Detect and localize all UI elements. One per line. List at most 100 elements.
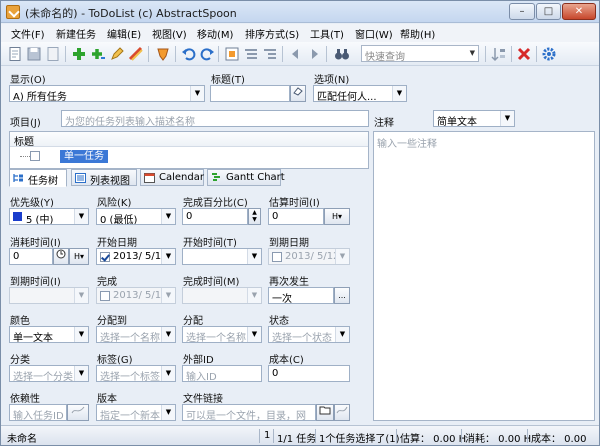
delete-red-icon[interactable] — [516, 46, 532, 62]
menu-edit[interactable]: 编辑(E) — [107, 26, 141, 41]
menu-move[interactable]: 移动(M) — [197, 26, 233, 41]
task-tree[interactable]: 标题 单一任务 — [9, 131, 369, 169]
title-bar[interactable]: (未命名的) - ToDoList (c) AbstractSpoon – □ … — [1, 1, 599, 23]
done-date-checkbox[interactable] — [100, 291, 110, 301]
project-placeholder: 为您的任务列表输入描述名称 — [65, 117, 195, 127]
minimize-button[interactable]: – — [509, 3, 535, 20]
due-time-combo[interactable]: ▼ — [9, 287, 89, 304]
filter-icon[interactable] — [155, 46, 171, 62]
status-combo[interactable]: 选择一个状态 ▼ — [268, 326, 350, 343]
task-title[interactable]: 单一任务 — [60, 150, 108, 163]
menu-new-task[interactable]: 新建任务 — [56, 26, 96, 41]
menu-sort[interactable]: 排序方式(S) — [245, 26, 299, 41]
external-id-input[interactable]: 输入ID — [182, 365, 262, 382]
show-filter-value: A) 所有任务 — [13, 92, 67, 102]
allocated-by-combo[interactable]: 选择一个名称 ▼ — [182, 326, 262, 343]
category-combo[interactable]: 选择一个分类 ▼ — [9, 365, 89, 382]
quick-find-combo[interactable]: 快速查询 ▼ — [361, 45, 479, 63]
tree-column-header-title[interactable]: 标题 — [10, 132, 368, 148]
indent-icon[interactable] — [262, 46, 278, 62]
done-date-label: 完成 — [97, 277, 117, 288]
clock-icon — [56, 249, 66, 259]
allocated-to-placeholder: 选择一个名称 — [100, 333, 160, 343]
due-date-picker[interactable]: 2013/ 5/12 ▼ — [268, 248, 350, 265]
add-task-icon[interactable] — [71, 46, 87, 62]
menu-window[interactable]: 窗口(W) — [355, 26, 393, 41]
due-date-checkbox[interactable] — [272, 252, 282, 262]
save-icon[interactable] — [26, 46, 42, 62]
start-date-checkbox[interactable] — [100, 252, 110, 262]
close-button[interactable]: ✕ — [562, 3, 596, 20]
delete-task-icon[interactable] — [128, 46, 144, 62]
time-spent-unit-button[interactable]: H▾ — [69, 248, 89, 265]
move-task-icon[interactable] — [224, 46, 240, 62]
menu-view[interactable]: 视图(V) — [152, 26, 187, 41]
time-spent-input[interactable]: 0 — [9, 248, 53, 265]
menu-help[interactable]: 帮助(H) — [400, 26, 435, 41]
tab-calendar[interactable]: Calendar — [140, 169, 204, 186]
open-link-button[interactable] — [334, 404, 350, 421]
move-subtask-icon[interactable] — [243, 46, 259, 62]
add-subtask-icon[interactable] — [90, 46, 106, 62]
done-date-picker[interactable]: 2013/ 5/12 ▼ — [96, 287, 176, 304]
tab-list-view[interactable]: 列表视图 — [71, 169, 137, 187]
done-time-combo[interactable]: ▼ — [182, 287, 262, 304]
recurrence-options-button[interactable]: ... — [334, 287, 350, 304]
priority-label: 优先级(Y) — [10, 198, 54, 209]
arrow-right-icon[interactable] — [306, 46, 322, 62]
cost-input[interactable]: 0 — [268, 365, 350, 382]
chevron-down-icon: ▼ — [161, 366, 175, 381]
start-date-picker[interactable]: 2013/ 5/12 ▼ — [96, 248, 176, 265]
tree-row[interactable]: 单一任务 — [10, 148, 368, 165]
project-name-input[interactable]: 为您的任务列表输入描述名称 — [61, 110, 369, 127]
time-estimate-unit-button[interactable]: H▾ — [324, 208, 350, 225]
color-combo[interactable]: 单一文本 ▼ — [9, 326, 89, 343]
browse-folder-button[interactable] — [316, 404, 334, 421]
find-binoculars-icon[interactable] — [334, 46, 350, 62]
show-filter-combo[interactable]: A) 所有任务 ▼ — [9, 85, 205, 102]
title-filter-input[interactable] — [210, 85, 290, 102]
settings-gear-icon[interactable] — [541, 46, 557, 62]
percent-spinner[interactable]: ▲ ▼ — [248, 208, 261, 225]
dependency-link-button[interactable] — [67, 404, 89, 421]
chevron-down-icon: ▼ — [161, 249, 175, 264]
version-placeholder: 指定一个新本 — [100, 411, 160, 421]
start-date-label: 开始日期 — [97, 238, 137, 249]
sort-icon[interactable] — [491, 46, 507, 62]
percent-done-input[interactable]: 0 — [182, 208, 248, 225]
status-separator — [396, 429, 397, 443]
undo-icon[interactable] — [181, 46, 197, 62]
title-filter-clear-button[interactable] — [290, 85, 306, 102]
edit-pencil-icon[interactable] — [109, 46, 125, 62]
open-icon[interactable] — [45, 46, 61, 62]
recurrence-input[interactable]: 一次 — [268, 287, 334, 304]
notes-editor[interactable]: 输入一些注释 — [373, 131, 595, 421]
menu-tools[interactable]: 工具(T) — [310, 26, 344, 41]
tab-task-tree[interactable]: 任务树 — [9, 169, 67, 187]
risk-combo[interactable]: 0 (最低) ▼ — [96, 208, 176, 225]
allocated-to-combo[interactable]: 选择一个名称 ▼ — [96, 326, 176, 343]
notes-format-combo[interactable]: 简单文本 ▼ — [433, 110, 515, 127]
arrow-left-icon[interactable] — [288, 46, 304, 62]
toolbar-separator — [536, 46, 537, 62]
options-combo[interactable]: 匹配任何人... ▼ — [313, 85, 407, 102]
percent-done-value: 0 — [186, 211, 193, 222]
tree-connector — [20, 156, 30, 157]
time-estimate-input[interactable]: 0 — [268, 208, 324, 225]
file-link-input[interactable]: 可以是一个文件，目录，网 — [182, 404, 316, 421]
timer-button[interactable] — [53, 248, 69, 265]
priority-combo[interactable]: 5 (中) ▼ — [9, 208, 89, 225]
new-file-icon[interactable] — [7, 46, 23, 62]
dependency-input[interactable]: 输入任务ID — [9, 404, 67, 421]
task-checkbox[interactable] — [30, 151, 40, 161]
status-task-count: 1/1 任务 — [277, 434, 317, 445]
maximize-button[interactable]: □ — [536, 3, 561, 20]
redo-icon[interactable] — [199, 46, 215, 62]
version-combo[interactable]: 指定一个新本 ▼ — [96, 404, 176, 421]
chevron-down-icon: ▼ — [500, 111, 514, 126]
tags-combo[interactable]: 选择一个标签 ▼ — [96, 365, 176, 382]
menu-file[interactable]: 文件(F) — [11, 26, 45, 41]
start-time-combo[interactable]: ▼ — [182, 248, 262, 265]
tab-gantt-chart[interactable]: Gantt Chart — [207, 169, 285, 186]
recurrence-value: 一次 — [272, 294, 292, 304]
